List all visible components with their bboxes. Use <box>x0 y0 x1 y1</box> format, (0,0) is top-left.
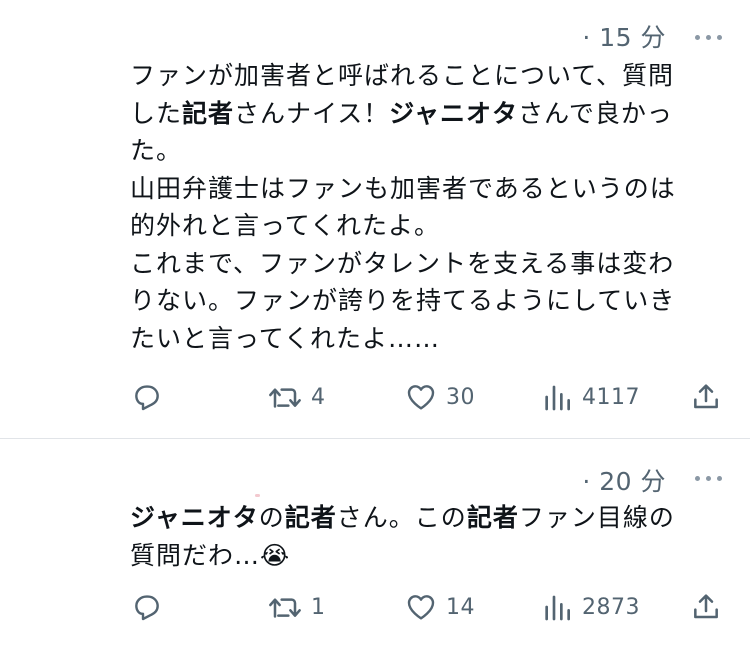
retweet-icon <box>267 591 303 623</box>
tweet-text-line: りない。ファンが誇りを持てるようにしていき <box>130 282 730 320</box>
views-button[interactable]: 4117 <box>542 377 640 417</box>
tweet-actions: 4 30 4117 <box>0 377 750 417</box>
tweet-text-line: 山田弁護士はファンも加害者であるというのは <box>130 170 730 208</box>
like-count: 30 <box>446 384 475 410</box>
text-run: ファンが加害者と呼ばれることについて、質問 <box>130 61 675 90</box>
text-run: りない。ファンが誇りを持てるようにしていき <box>130 286 676 315</box>
text-run: た。 <box>130 136 183 165</box>
text-run: たいと言ってくれたよ…… <box>130 323 441 353</box>
like-button[interactable]: 30 <box>404 377 475 417</box>
bold-text: 記者 <box>284 503 337 532</box>
views-count: 2873 <box>582 594 640 620</box>
text-run: これまで、ファンがタレントを支える事は変わ <box>130 248 675 278</box>
tweet-text-line: 質問だわ…😭 <box>130 537 730 575</box>
text-run: 山田弁護士はファンも加害者であるというのは <box>130 173 676 203</box>
retweet-button[interactable]: 4 <box>267 377 326 417</box>
views-icon <box>542 381 574 413</box>
tweet-text-line: ファンが加害者と呼ばれることについて、質問 <box>130 57 730 95</box>
text-run: さんナイス！ <box>234 98 390 128</box>
text-run: さん。この <box>336 503 467 532</box>
views-button[interactable]: 2873 <box>542 587 640 627</box>
timestamp[interactable]: · 15 分 <box>582 18 666 54</box>
text-run: さんで良かっ <box>518 98 673 128</box>
retweet-count: 4 <box>311 384 326 410</box>
tweet[interactable]: · 15 分 ファンが加害者と呼ばれることについて、質問 した記者さんナイス！ジャ… <box>0 0 750 438</box>
retweet-count: 1 <box>311 594 326 620</box>
tweet-text-line: 的外れと言ってくれたよ。 <box>130 207 730 245</box>
reply-icon <box>131 591 163 623</box>
tweet-text-line: ジャニオタの記者さん。この記者ファン目線の <box>130 499 730 537</box>
tweet-text-line: した記者さんナイス！ジャニオタさんで良かっ <box>130 95 730 133</box>
decorative-dot <box>255 494 260 497</box>
text-run: ファン目線の <box>518 503 675 532</box>
tweet-text: ファンが加害者と呼ばれることについて、質問 した記者さんナイス！ジャニオタさんで良… <box>130 57 730 357</box>
tweet[interactable]: · 20 分 ジャニオタの記者さん。この記者ファン目線の 質問だわ…😭 1 14 … <box>0 441 750 660</box>
text-run: 的外れと言ってくれたよ。 <box>130 211 441 240</box>
timestamp[interactable]: · 20 分 <box>582 462 666 498</box>
more-icon[interactable] <box>695 32 723 42</box>
more-icon[interactable] <box>695 473 723 483</box>
reply-button[interactable] <box>131 377 163 417</box>
retweet-icon <box>267 381 303 413</box>
share-icon <box>690 591 722 623</box>
text-run: した <box>130 98 183 128</box>
reply-button[interactable] <box>131 587 163 627</box>
tweet-text-line: た。 <box>130 132 730 170</box>
heart-icon <box>404 591 438 623</box>
text-run: 質問だわ…😭 <box>130 540 291 570</box>
bold-text: ジャニオタ <box>130 503 259 532</box>
tweet-divider <box>0 438 750 439</box>
tweet-text-line: これまで、ファンがタレントを支える事は変わ <box>130 245 730 283</box>
like-button[interactable]: 14 <box>404 587 475 627</box>
tweet-actions: 1 14 2873 <box>0 587 750 627</box>
views-count: 4117 <box>582 384 640 410</box>
share-icon <box>690 381 722 413</box>
tweet-text: ジャニオタの記者さん。この記者ファン目線の 質問だわ…😭 <box>130 499 730 574</box>
like-count: 14 <box>446 594 475 620</box>
share-button[interactable] <box>690 587 722 627</box>
bold-text: ジャニオタ <box>389 98 519 128</box>
views-icon <box>542 591 574 623</box>
retweet-button[interactable]: 1 <box>267 587 326 627</box>
text-run: の <box>258 503 285 532</box>
heart-icon <box>404 381 438 413</box>
share-button[interactable] <box>690 377 722 417</box>
bold-text: 記者 <box>466 503 519 532</box>
tweet-text-line: たいと言ってくれたよ…… <box>130 320 730 358</box>
bold-text: 記者 <box>182 98 235 128</box>
reply-icon <box>131 381 163 413</box>
